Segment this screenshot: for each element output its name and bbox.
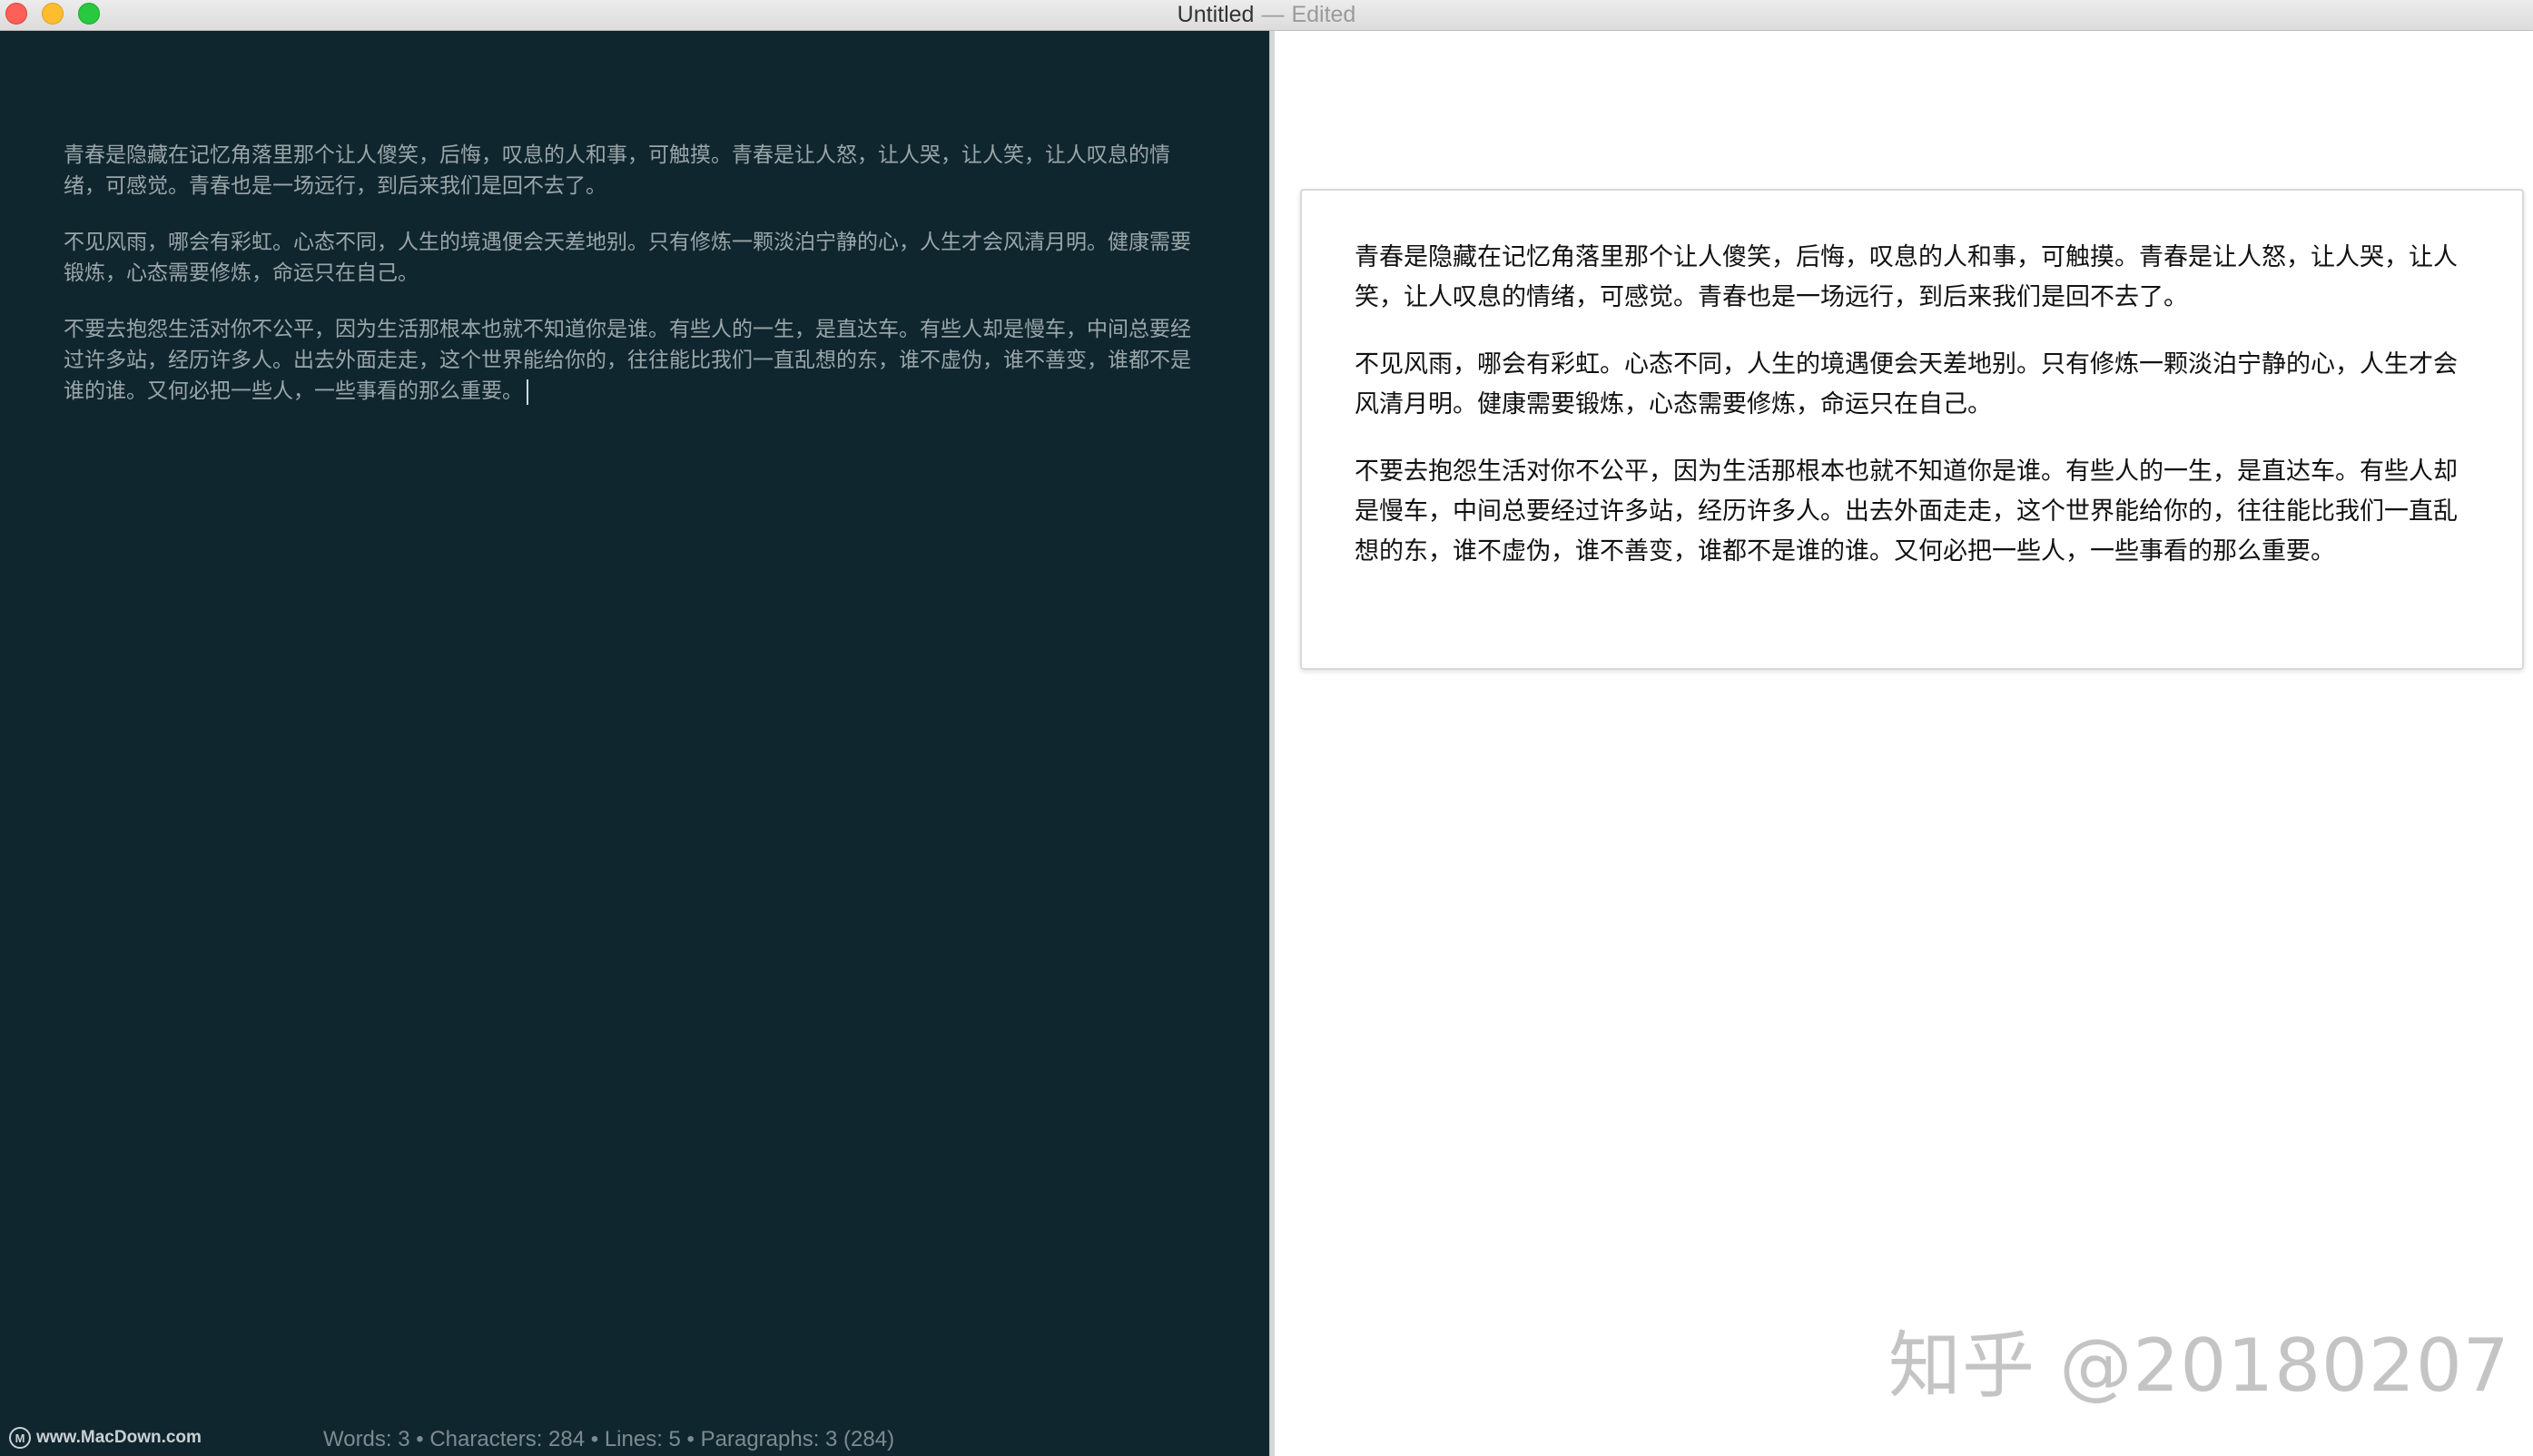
close-window-button[interactable] xyxy=(5,3,27,25)
zhihu-watermark: 知乎 @20180207 xyxy=(1888,1323,2510,1408)
editor-paragraph[interactable]: 不见风雨，哪会有彩虹。心态不同，人生的境遇便会天差地别。只有修炼一颗淡泊宁静的心… xyxy=(64,227,1207,289)
preview-paragraph: 青春是隐藏在记忆角落里那个让人傻笑，后悔，叹息的人和事，可触摸。青春是让人怒，让… xyxy=(1355,243,2458,311)
preview-paragraph: 不见风雨，哪会有彩虹。心态不同，人生的境遇便会天差地别。只有修炼一颗淡泊宁静的心… xyxy=(1355,350,2458,418)
preview-content-card: 青春是隐藏在记忆角落里那个让人傻笑，后悔，叹息的人和事，可触摸。青春是让人怒，让… xyxy=(1300,189,2524,670)
macdown-logo: M www.MacDown.com xyxy=(9,1427,202,1449)
macdown-m-icon: M xyxy=(9,1427,31,1449)
minimize-window-button[interactable] xyxy=(42,3,64,25)
editor-text-area[interactable]: 青春是隐藏在记忆角落里那个让人傻笑，后悔，叹息的人和事，可触摸。青春是让人怒，让… xyxy=(64,140,1207,432)
markdown-editor[interactable]: 青春是隐藏在记忆角落里那个让人傻笑，后悔，叹息的人和事，可触摸。青春是让人怒，让… xyxy=(0,31,1269,1456)
editor-paragraph[interactable]: 不要去抱怨生活对你不公平，因为生活那根本也就不知道你是谁。有些人的一生，是直达车… xyxy=(64,314,1207,407)
markdown-preview: 青春是隐藏在记忆角落里那个让人傻笑，后悔，叹息的人和事，可触摸。青春是让人怒，让… xyxy=(1275,31,2533,1456)
title-bar: Untitled — Edited xyxy=(0,0,2533,31)
window-edited-status: Edited xyxy=(1291,2,1356,27)
text-caret xyxy=(527,379,528,405)
editor-paragraph[interactable]: 青春是隐藏在记忆角落里那个让人傻笑，后悔，叹息的人和事，可触摸。青春是让人怒，让… xyxy=(64,140,1207,202)
document-stats: Words: 3 • Characters: 284 • Lines: 5 • … xyxy=(323,1427,895,1451)
macdown-logo-text: www.MacDown.com xyxy=(36,1428,202,1447)
zoom-window-button[interactable] xyxy=(78,3,100,25)
preview-paragraph: 不要去抱怨生活对你不公平，因为生活那根本也就不知道你是谁。有些人的一生，是直达车… xyxy=(1355,457,2458,566)
title-separator: — xyxy=(1261,2,1285,27)
editor-paragraph-text[interactable]: 不要去抱怨生活对你不公平，因为生活那根本也就不知道你是谁。有些人的一生，是直达车… xyxy=(64,318,1191,403)
window-title: Untitled xyxy=(1177,2,1255,27)
